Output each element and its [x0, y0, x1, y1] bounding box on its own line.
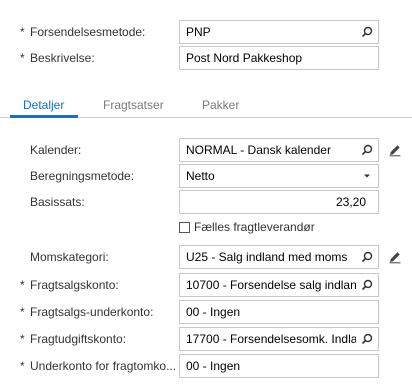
freight-sales-subaccount-value[interactable]: 00 - Ingen [180, 301, 378, 323]
freight-sales-account-field[interactable]: 10700 - Forsendelse salg indlan [179, 273, 379, 297]
calc-method-label: Beregningsmetode: [30, 169, 135, 183]
tax-category-label: Momskategori: [30, 250, 109, 264]
calendar-field[interactable]: NORMAL - Dansk kalender [179, 138, 379, 162]
freight-expense-subaccount-field[interactable]: 00 - Ingen [179, 354, 379, 378]
freight-sales-account-row: * Fragtsalgskonto: 10700 - Forsendelse s… [0, 273, 412, 297]
freight-sales-account-label: Fragtsalgskonto: [30, 278, 119, 292]
freight-sales-account-value[interactable]: 10700 - Forsendelse salg indlan [180, 274, 356, 296]
freight-expense-account-row: * Fragtudgiftskonto: 17700 - Forsendelse… [0, 327, 412, 351]
freight-expense-subaccount-row: * Underkonto for fragtomko... 00 - Ingen [0, 354, 412, 378]
calc-method-select[interactable]: Netto [179, 164, 379, 188]
calendar-row: Kalender: NORMAL - Dansk kalender [0, 138, 412, 162]
shipment-method-field[interactable]: PNP [179, 20, 379, 44]
calc-method-row: Beregningsmetode: Netto [0, 164, 412, 188]
freight-sales-subaccount-field[interactable]: 00 - Ingen [179, 300, 379, 324]
base-rate-field[interactable]: 23,20 [179, 190, 379, 214]
base-rate-value[interactable]: 23,20 [180, 191, 378, 213]
common-carrier-checkbox[interactable] [179, 221, 190, 233]
common-carrier-label: Fælles fragtleverandør [194, 220, 315, 234]
active-tab-indicator [10, 115, 78, 118]
freight-expense-account-label: Fragtudgiftskonto: [30, 332, 127, 346]
shipment-method-value[interactable]: PNP [180, 21, 356, 43]
freight-expense-account-field[interactable]: 17700 - Forsendelsesomk. Indla [179, 327, 379, 351]
search-icon[interactable] [356, 328, 378, 350]
tab-bar: Detaljer Fragtsatser Pakker [0, 93, 412, 119]
tax-category-value[interactable]: U25 - Salg indland med moms [180, 246, 356, 268]
required-marker: * [20, 359, 25, 373]
base-rate-label: Basissats: [30, 195, 85, 209]
shipment-method-label: Forsendelsesmetode: [30, 25, 146, 39]
description-label: Beskrivelse: [30, 51, 95, 65]
freight-expense-account-value[interactable]: 17700 - Forsendelsesomk. Indla [180, 328, 356, 350]
tax-category-field[interactable]: U25 - Salg indland med moms [179, 245, 379, 269]
tab-pakker[interactable]: Pakker [200, 93, 241, 119]
freight-sales-subaccount-label: Fragtsalgs-underkonto: [30, 305, 154, 319]
search-icon[interactable] [356, 274, 378, 296]
description-value[interactable]: Post Nord Pakkeshop [180, 47, 378, 69]
required-marker: * [20, 305, 25, 319]
pencil-icon[interactable] [388, 250, 402, 264]
search-icon[interactable] [356, 21, 378, 43]
required-marker: * [20, 278, 25, 292]
required-marker: * [20, 25, 25, 39]
search-icon[interactable] [356, 139, 378, 161]
calc-method-value[interactable]: Netto [180, 165, 356, 187]
chevron-down-icon[interactable] [356, 165, 378, 187]
description-row: * Beskrivelse: Post Nord Pakkeshop [0, 46, 412, 70]
freight-expense-subaccount-value[interactable]: 00 - Ingen [180, 355, 378, 377]
required-marker: * [20, 51, 25, 65]
freight-sales-subaccount-row: * Fragtsalgs-underkonto: 00 - Ingen [0, 300, 412, 324]
pencil-icon[interactable] [388, 143, 402, 157]
base-rate-row: Basissats: 23,20 [0, 190, 412, 214]
tab-fragtsatser[interactable]: Fragtsatser [101, 93, 166, 119]
common-carrier-row[interactable]: Fælles fragtleverandør [179, 219, 315, 235]
tax-category-row: Momskategori: U25 - Salg indland med mom… [0, 245, 412, 269]
calendar-value[interactable]: NORMAL - Dansk kalender [180, 139, 356, 161]
shipment-method-row: * Forsendelsesmetode: PNP [0, 20, 412, 44]
required-marker: * [20, 332, 25, 346]
search-icon[interactable] [356, 246, 378, 268]
calendar-label: Kalender: [30, 143, 82, 157]
description-field[interactable]: Post Nord Pakkeshop [179, 46, 379, 70]
freight-expense-subaccount-label: Underkonto for fragtomko... [30, 359, 177, 373]
